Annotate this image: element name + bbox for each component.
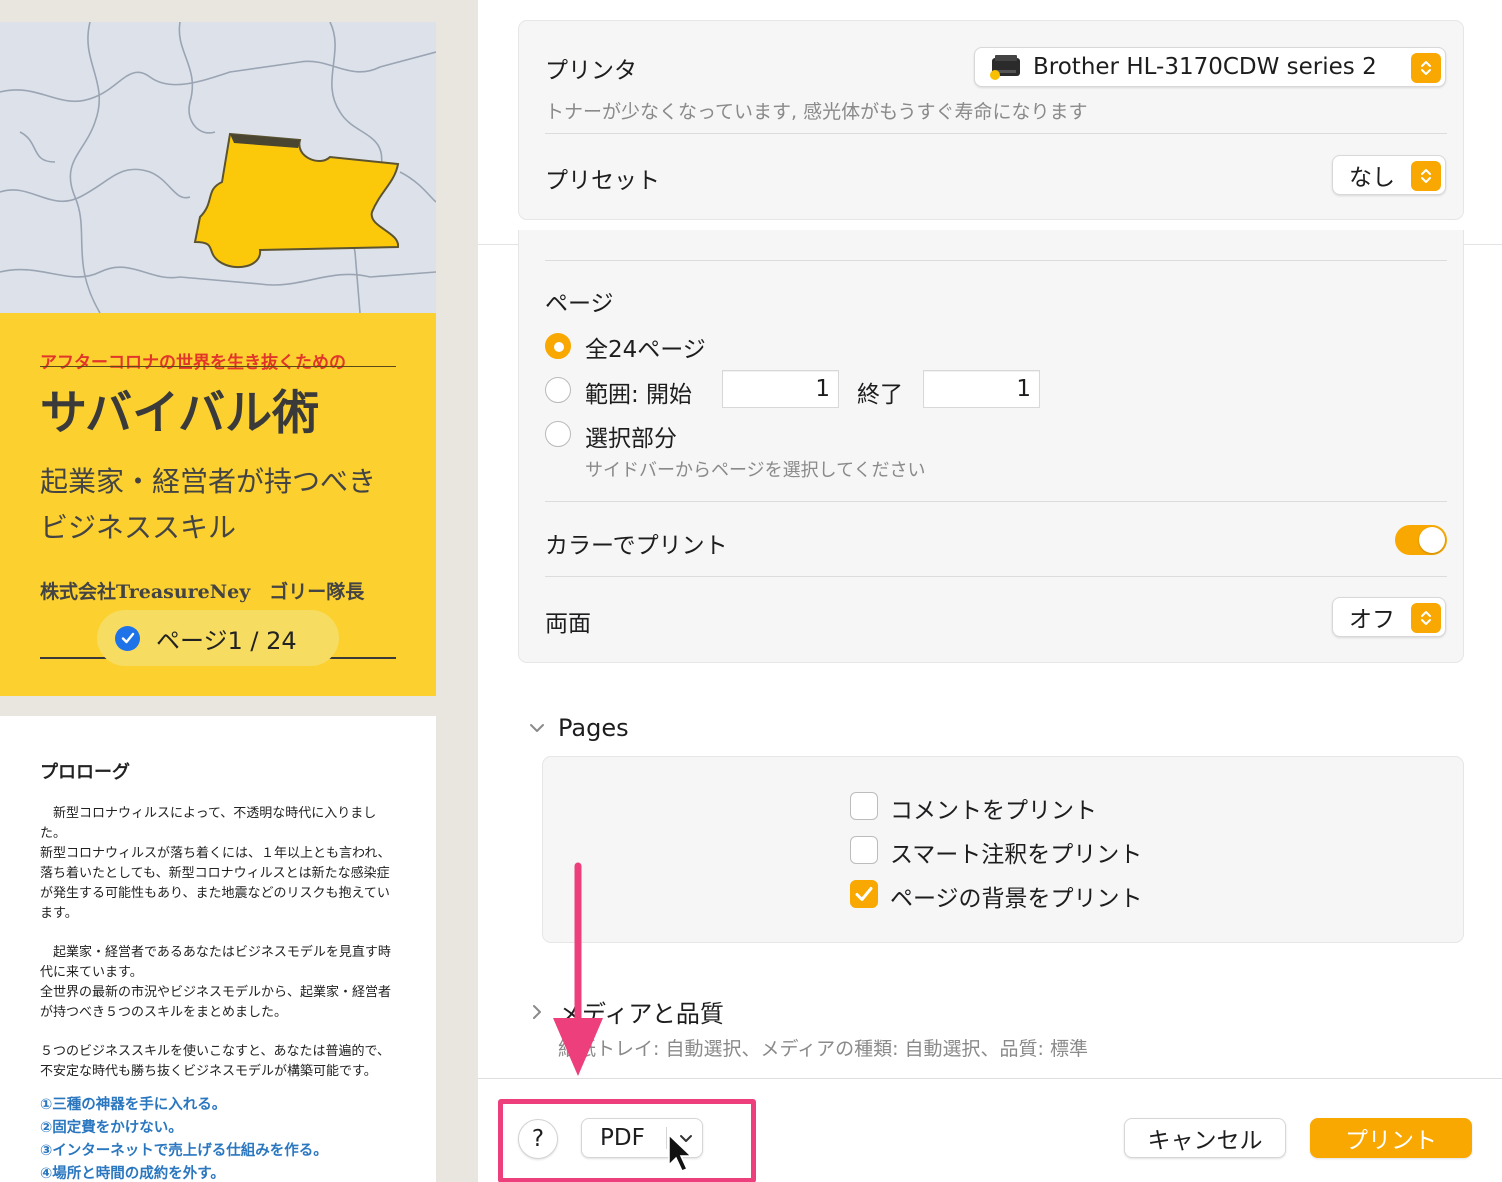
cover-divider: [40, 366, 396, 367]
all-pages-label[interactable]: 全24ページ: [585, 330, 706, 364]
pages-section-header[interactable]: Pages: [528, 714, 629, 742]
checkbox-page-background[interactable]: [850, 880, 878, 908]
cover-subtitle: アフターコロナの世界を生き抜くための: [40, 353, 346, 373]
checkmark-icon: [855, 887, 873, 901]
puzzle-cover-image: [0, 22, 436, 313]
print-settings-panel: プリンタ Brother HL-3170CDW series 2 トナーが少なく…: [478, 0, 1502, 1182]
range-start-field[interactable]: 1: [722, 370, 839, 408]
printer-card: プリンタ Brother HL-3170CDW series 2 トナーが少なく…: [518, 20, 1464, 220]
page2-body: 新型コロナウィルスによって、不透明な時代に入りました。 新型コロナウィルスが落ち…: [40, 804, 402, 1101]
preset-popup[interactable]: なし: [1332, 155, 1446, 195]
color-print-toggle[interactable]: [1395, 525, 1447, 555]
cover-line-2: ビジネススキル: [40, 511, 237, 544]
annotation-highlight-box: [498, 1099, 756, 1182]
print-comments-label[interactable]: コメントをプリント: [890, 791, 1097, 825]
printer-icon: [989, 54, 1023, 80]
radio-selection[interactable]: [545, 421, 571, 447]
page2-paragraph: 起業家・経営者であるあなたはビジネスモデルを見直す時代に来ています。 全世界の最…: [40, 945, 392, 1020]
page-badge-label: ページ1 / 24: [156, 626, 297, 655]
page2-paragraph: 新型コロナウィルスによって、不透明な時代に入りました。 新型コロナウィルスが落ち…: [40, 806, 391, 921]
divider: [545, 133, 1447, 134]
preset-label: プリセット: [545, 168, 660, 194]
page2-title: プロローグ: [40, 762, 130, 783]
range-label[interactable]: 範囲: 開始: [585, 375, 692, 409]
page-thumbnail-sidebar[interactable]: アフターコロナの世界を生き抜くための サバイバル術 起業家・経営者が持つべき ビ…: [0, 0, 478, 1182]
page2-skill-item: ②固定費をかけない。: [40, 1120, 183, 1136]
range-end-field[interactable]: 1: [923, 370, 1040, 408]
dialog-footer: ? PDF キャンセル プリント: [478, 1078, 1502, 1182]
duplex-label: 両面: [545, 611, 591, 637]
stepper-icon: [1411, 603, 1441, 633]
pages-section-title: Pages: [558, 714, 629, 742]
stepper-icon: [1411, 161, 1441, 191]
cover-line-1: 起業家・経営者が持つべき: [40, 465, 377, 498]
page-background-label[interactable]: ページの背景をプリント: [890, 879, 1143, 913]
page2-paragraph: ５つのビジネススキルを使いこなすと、あなたは普遍的で、不安定な時代も勝ち抜くビジ…: [40, 1044, 390, 1079]
page2-skill-list: ①三種の神器を手に入れる。 ②固定費をかけない。 ③インターネットで売上げる仕組…: [40, 1094, 328, 1182]
checkmark-icon: [115, 625, 140, 651]
pages-label: ページ: [545, 291, 614, 317]
selection-hint: サイドバーからページを選択してください: [585, 460, 926, 481]
duplex-popup[interactable]: オフ: [1332, 597, 1446, 637]
preset-value: なし: [1349, 165, 1395, 191]
divider: [545, 576, 1447, 577]
page-thumbnail-2[interactable]: プロローグ 新型コロナウィルスによって、不透明な時代に入りました。 新型コロナウ…: [0, 716, 436, 1182]
stepper-icon: [1411, 53, 1441, 83]
cover-author: 株式会社TreasureNey ゴリー隊長: [40, 581, 365, 603]
range-end-label: 終了: [857, 382, 903, 408]
page-selected-badge[interactable]: ページ1 / 24: [97, 610, 339, 666]
printer-popup[interactable]: Brother HL-3170CDW series 2: [974, 47, 1446, 87]
radio-page-range[interactable]: [545, 377, 571, 403]
print-button[interactable]: プリント: [1310, 1118, 1472, 1158]
divider: [545, 501, 1447, 502]
cancel-button[interactable]: キャンセル: [1124, 1118, 1286, 1158]
radio-all-pages[interactable]: [545, 333, 571, 359]
media-section-title: メディアと品質: [558, 1000, 724, 1028]
page2-skill-item: ③インターネットで売上げる仕組みを作る。: [40, 1143, 328, 1159]
chevron-right-icon: [533, 1004, 541, 1019]
page-thumbnail-1[interactable]: アフターコロナの世界を生き抜くための サバイバル術 起業家・経営者が持つべき ビ…: [0, 22, 436, 696]
options-card: ページ 全24ページ 範囲: 開始 1 終了 1 選択部分 サイドバーからページ…: [518, 230, 1464, 663]
page2-skill-item: ①三種の神器を手に入れる。: [40, 1097, 227, 1113]
printer-name: Brother HL-3170CDW series 2: [1033, 54, 1377, 80]
checkbox-smart-annotations[interactable]: [850, 836, 878, 864]
pages-options-card: コメントをプリント スマート注釈をプリント ページの背景をプリント: [542, 756, 1464, 943]
printer-label: プリンタ: [545, 58, 637, 84]
printer-warning: トナーが少なくなっています, 感光体がもうすぐ寿命になります: [545, 101, 1088, 123]
divider: [545, 260, 1447, 261]
smart-annotations-label[interactable]: スマート注釈をプリント: [890, 835, 1142, 869]
selection-label[interactable]: 選択部分: [585, 419, 677, 453]
duplex-value: オフ: [1349, 607, 1395, 633]
chevron-down-icon: [530, 724, 544, 732]
color-print-label: カラーでプリント: [545, 533, 728, 559]
media-section-header[interactable]: メディアと品質: [528, 994, 724, 1029]
media-summary: 給紙トレイ: 自動選択、メディアの種類: 自動選択、品質: 標準: [558, 1038, 1088, 1060]
page2-skill-item: ④場所と時間の成約を外す。: [40, 1166, 225, 1182]
checkbox-print-comments[interactable]: [850, 792, 878, 820]
cover-title: サバイバル術: [40, 386, 320, 441]
